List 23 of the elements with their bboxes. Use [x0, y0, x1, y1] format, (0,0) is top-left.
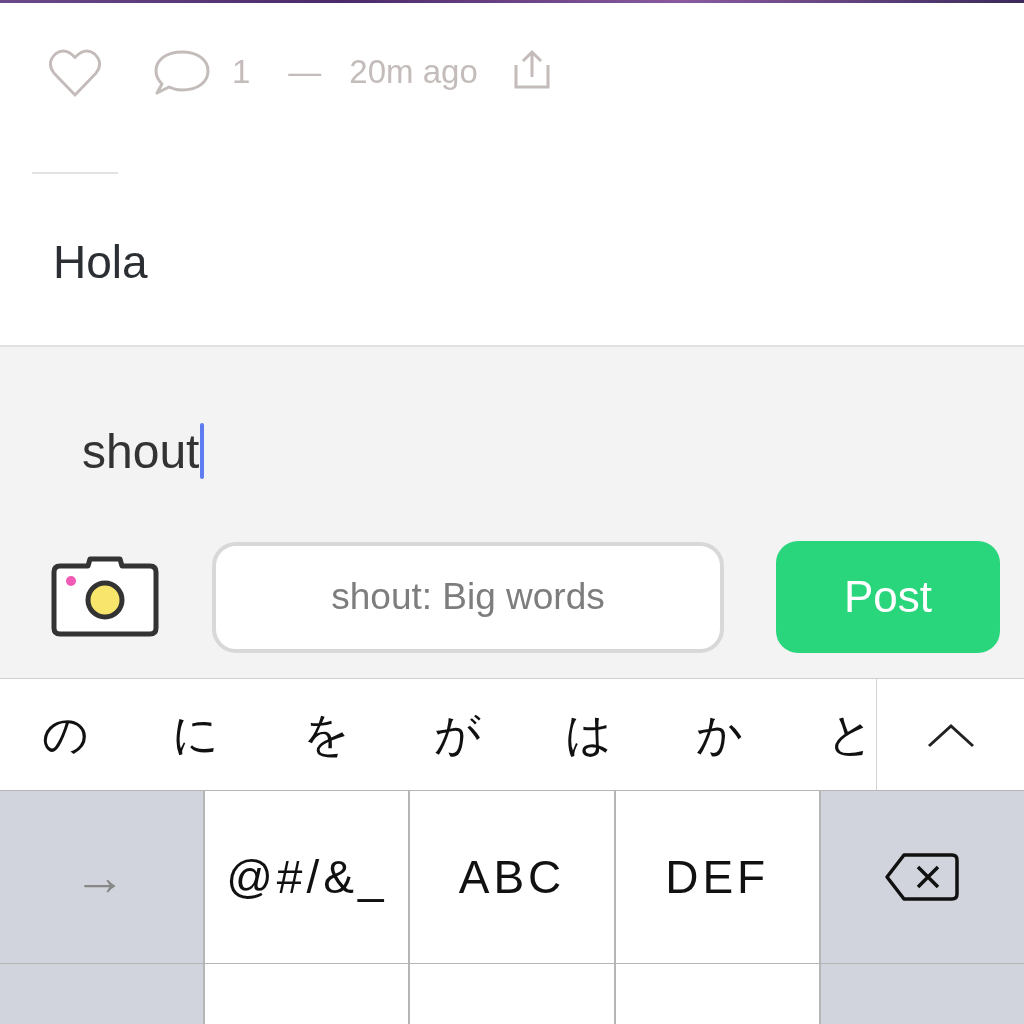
- keyboard-key[interactable]: @#/&_: [205, 791, 409, 963]
- candidate-word[interactable]: と: [785, 703, 916, 766]
- style-button[interactable]: shout: Big words: [212, 541, 724, 653]
- candidate-word[interactable]: を: [261, 703, 392, 766]
- candidate-word[interactable]: か: [654, 703, 785, 766]
- text-caret: [200, 423, 205, 479]
- candidate-word[interactable]: に: [130, 703, 261, 766]
- candidate-word[interactable]: が: [392, 703, 523, 766]
- timestamp: 20m ago: [349, 52, 478, 91]
- compose-field[interactable]: shout: [82, 423, 205, 479]
- keyboard-key[interactable]: ABC: [410, 791, 614, 963]
- comment-count: 1: [232, 52, 251, 91]
- keyboard-key[interactable]: [0, 964, 204, 1024]
- candidate-word[interactable]: は: [523, 703, 654, 766]
- keyboard-key[interactable]: DEF: [615, 791, 819, 963]
- candidate-word[interactable]: の: [0, 703, 130, 766]
- delete-key[interactable]: [820, 791, 1024, 963]
- reply-text: Hola: [53, 235, 149, 289]
- camera-icon[interactable]: [50, 556, 160, 638]
- keyboard-key[interactable]: [410, 964, 614, 1024]
- keyboard-key[interactable]: [205, 964, 409, 1024]
- delete-icon: [884, 852, 961, 902]
- separator-dash: —: [288, 52, 322, 91]
